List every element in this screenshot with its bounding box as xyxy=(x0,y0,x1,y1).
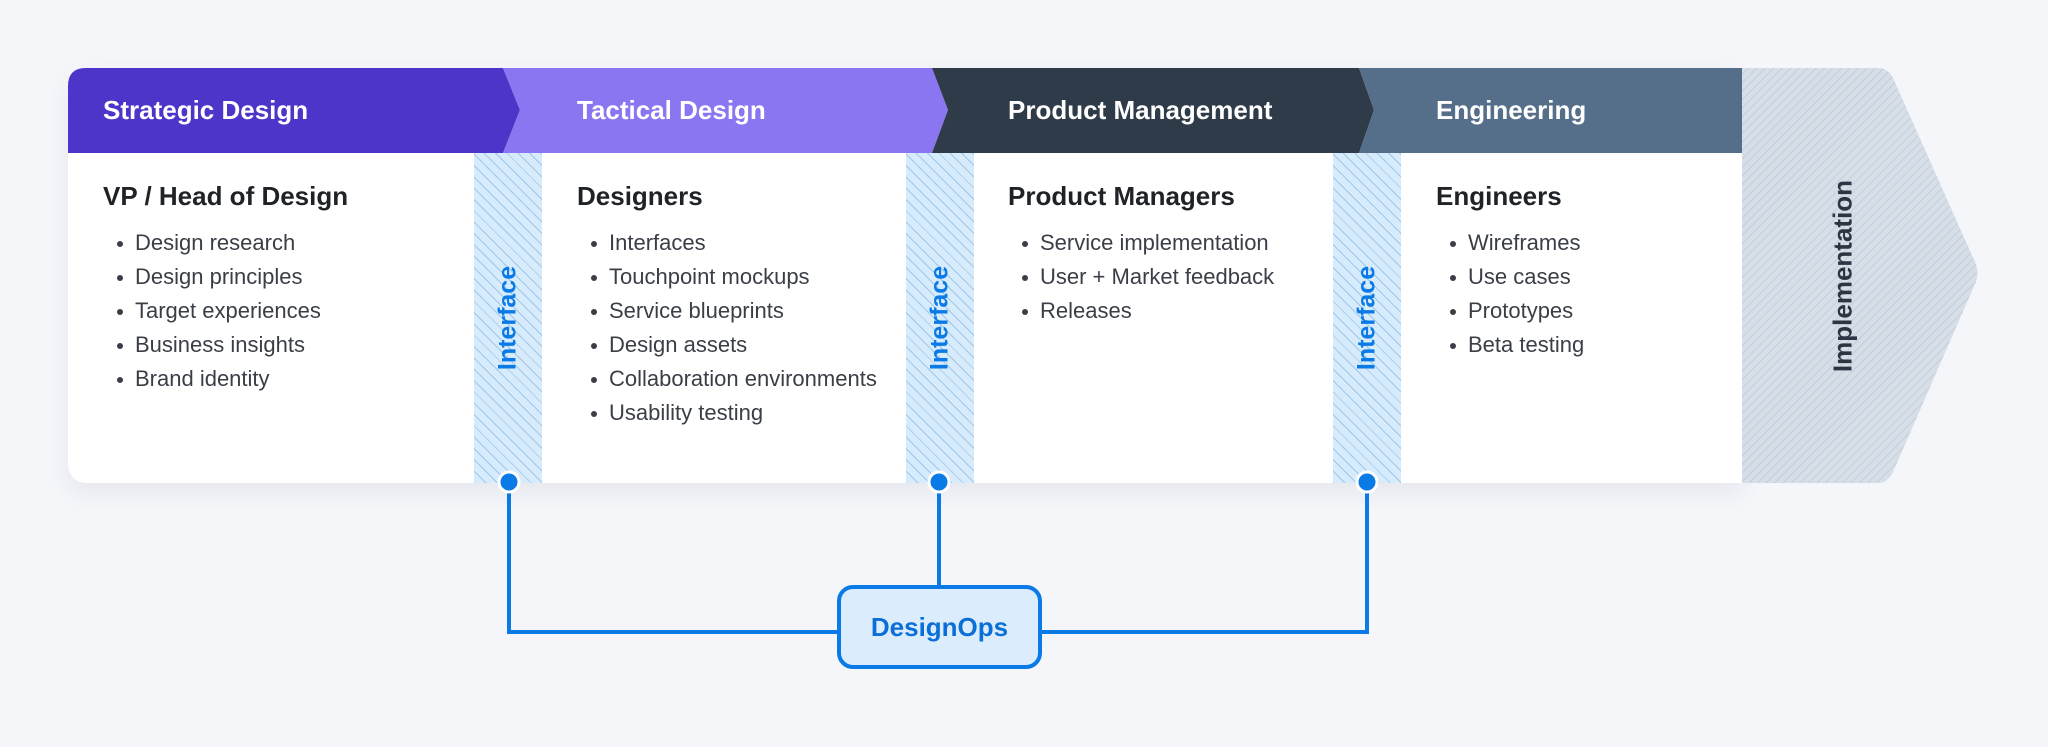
connector-line-left xyxy=(507,482,839,634)
connector-node-1 xyxy=(497,470,521,494)
connector-line-right xyxy=(1040,482,1369,634)
designops-node: DesignOps xyxy=(837,585,1042,669)
connector-node-3 xyxy=(1355,470,1379,494)
designops-label: DesignOps xyxy=(870,611,1009,642)
connector-node-2 xyxy=(927,470,951,494)
